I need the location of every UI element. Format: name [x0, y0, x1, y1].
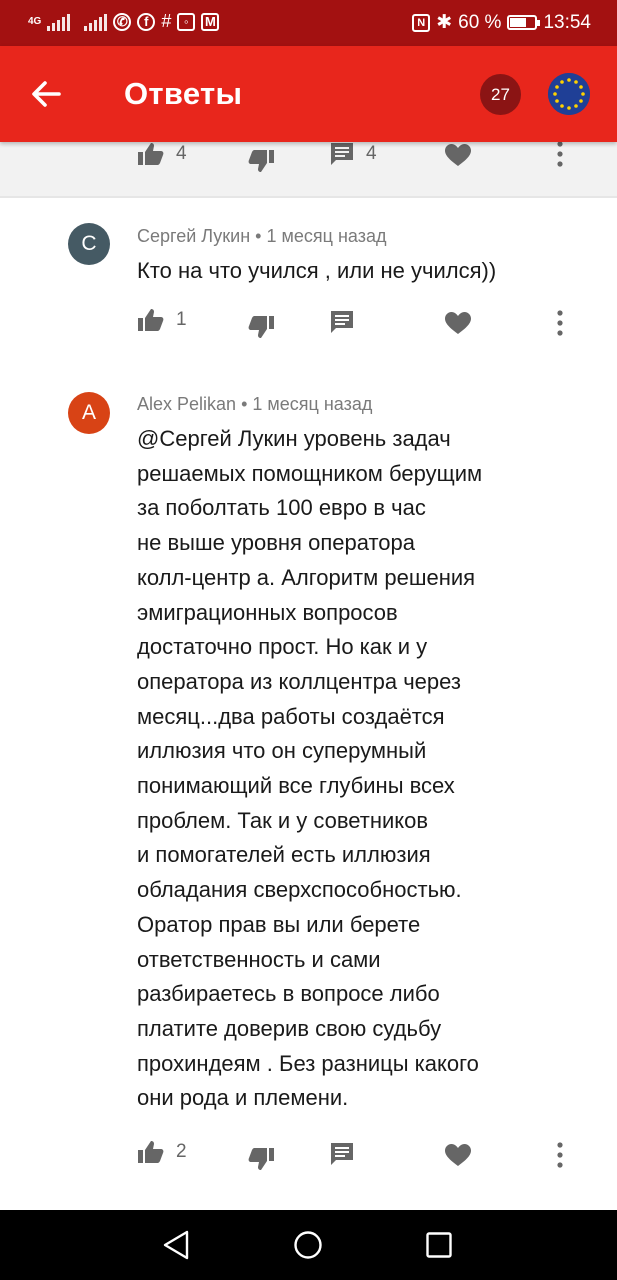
- like-button[interactable]: 1: [137, 308, 187, 332]
- eu-flag-avatar-icon: [548, 73, 590, 115]
- comment-author[interactable]: Сергей Лукин: [137, 226, 250, 246]
- comment-text: Кто на что учился , или не учился)): [137, 258, 497, 283]
- arrow-back-icon: [32, 81, 61, 107]
- avatar[interactable]: С: [68, 223, 110, 265]
- circle-home-icon: [294, 1231, 322, 1259]
- account-avatar[interactable]: [548, 73, 590, 115]
- like-count: 4: [176, 143, 187, 164]
- comment-time: 1 месяц назад: [266, 226, 387, 246]
- gmail-icon: M: [201, 12, 220, 31]
- comment-actions: 2: [0, 1136, 617, 1176]
- like-button[interactable]: 2: [137, 1140, 187, 1164]
- comment-meta: Сергей Лукин • 1 месяц назад: [137, 226, 386, 247]
- reply-count: 4: [366, 143, 377, 164]
- nav-recents-button[interactable]: [421, 1227, 457, 1263]
- back-button[interactable]: [20, 70, 72, 118]
- instagram-icon: ◦: [177, 12, 196, 31]
- nav-home-button[interactable]: [290, 1227, 326, 1263]
- heart-button[interactable]: [445, 1144, 471, 1166]
- signal-icon: [47, 13, 71, 31]
- status-bar: 4G ✆ f # ◦ M N ✱ 60 % 13:54: [0, 0, 617, 46]
- page-title: Ответы: [124, 76, 243, 111]
- meta-separator: •: [255, 226, 267, 246]
- comment-text: @Сергей Лукин уровень задач решаемых пом…: [137, 426, 483, 1111]
- more-vert-icon: [557, 141, 563, 167]
- thumbs-down-icon: [248, 316, 274, 338]
- thumbs-up-icon: [138, 1141, 164, 1163]
- reply-button[interactable]: 4: [330, 142, 377, 166]
- bluetooth-icon: ✱: [436, 12, 453, 33]
- comment-icon: [331, 143, 353, 165]
- signal-2-icon: [84, 13, 108, 31]
- heart-button[interactable]: [445, 144, 471, 166]
- like-count: 1: [176, 309, 187, 330]
- dislike-button[interactable]: [248, 149, 275, 173]
- like-count: 2: [176, 1141, 187, 1162]
- comment-time: 1 месяц назад: [252, 394, 373, 414]
- comment-meta: Alex Pelikan • 1 месяц назад: [137, 394, 372, 415]
- app-bar: Ответы 27: [0, 46, 617, 142]
- comment-icon: [331, 1143, 353, 1165]
- thumbs-up-icon: [138, 143, 164, 165]
- heart-button[interactable]: [445, 312, 471, 334]
- more-button[interactable]: [556, 1142, 564, 1168]
- facebook-icon: f: [137, 12, 156, 31]
- more-vert-icon: [557, 1142, 563, 1168]
- comment-author[interactable]: Alex Pelikan: [137, 394, 236, 414]
- clock: 13:54: [543, 11, 591, 33]
- thumbs-down-icon: [248, 150, 274, 172]
- like-button[interactable]: 4: [137, 142, 187, 166]
- parent-comment-actions: 4 4: [0, 141, 617, 196]
- whatsapp-icon: ✆: [113, 12, 132, 31]
- nfc-icon: N: [412, 13, 431, 32]
- heart-icon: [445, 144, 471, 166]
- nav-back-button[interactable]: [158, 1227, 194, 1263]
- more-button[interactable]: [556, 141, 564, 167]
- thumbs-up-icon: [138, 309, 164, 331]
- square-recents-icon: [426, 1232, 452, 1258]
- avatar[interactable]: A: [68, 392, 110, 434]
- reply-button[interactable]: [330, 1142, 354, 1166]
- reply-button[interactable]: [330, 310, 354, 334]
- notification-count-button[interactable]: 27: [480, 74, 521, 115]
- heart-icon: [445, 312, 471, 334]
- thumbs-down-icon: [248, 1148, 274, 1170]
- battery-icon: [507, 15, 541, 30]
- divider: [0, 196, 617, 198]
- network-type: 4G: [28, 16, 42, 27]
- more-vert-icon: [557, 310, 563, 336]
- dislike-button[interactable]: [248, 1147, 275, 1171]
- dislike-button[interactable]: [248, 315, 275, 339]
- heart-icon: [445, 1144, 471, 1166]
- more-button[interactable]: [556, 310, 564, 336]
- triangle-back-icon: [163, 1230, 189, 1260]
- comment-actions: 1: [0, 306, 617, 346]
- battery-percent: 60 %: [458, 11, 502, 33]
- system-nav-bar: [0, 1210, 617, 1280]
- slack-icon: #: [161, 11, 172, 31]
- meta-separator: •: [241, 394, 253, 414]
- comment-icon: [331, 311, 353, 333]
